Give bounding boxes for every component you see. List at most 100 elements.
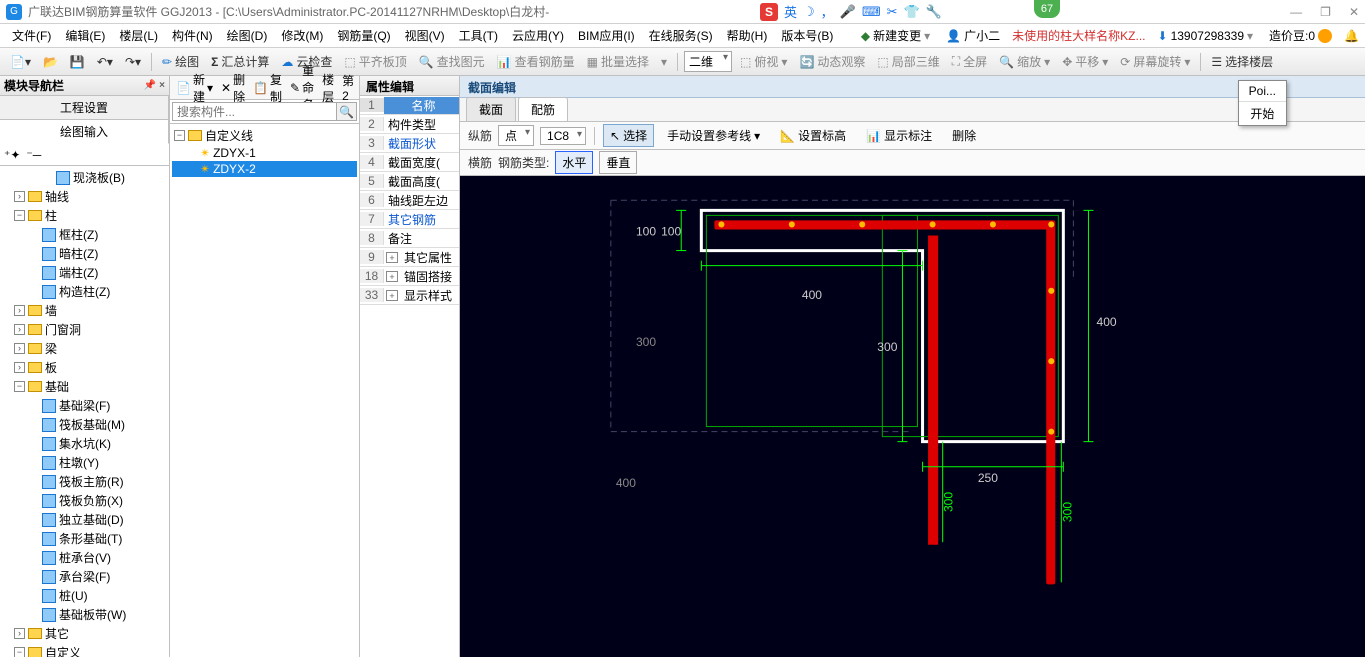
shirt-icon[interactable]: 👕 [904,4,920,20]
tree-item[interactable]: −自定义线 [172,126,357,145]
comma-icon[interactable]: ， [821,2,834,21]
tab-section[interactable]: 截面 [466,97,516,121]
tab-rebar[interactable]: 配筋 [518,97,568,121]
select-button[interactable]: ↖ 选择 [603,124,654,147]
property-row[interactable]: 7其它钢筋 [360,210,459,229]
find-button[interactable]: 🔍 查找图元 [415,51,489,72]
bell-icon[interactable]: 🔔 [1344,29,1359,43]
component-item[interactable]: ✴ ZDYX-1 [172,145,357,161]
tree-item[interactable]: 端柱(Z) [0,263,169,282]
phone-label[interactable]: ⬇13907298339▾ [1154,27,1258,45]
rotate-button[interactable]: ⟳ 屏幕旋转▾ [1116,51,1194,72]
search-input[interactable] [172,102,337,121]
close-button[interactable]: ✕ [1349,5,1359,19]
menu-item[interactable]: 版本号(B) [775,25,839,46]
menu-item[interactable]: 帮助(H) [721,25,774,46]
warning-text[interactable]: 未使用的柱大样名称KZ... [1012,27,1145,44]
dimension-select[interactable]: 二维 [684,51,732,72]
set-elevation-button[interactable]: 📐 设置标高 [773,124,853,147]
tree-item[interactable]: 框柱(Z) [0,225,169,244]
mic-icon[interactable]: 🎤 [840,4,856,20]
property-row[interactable]: 18+锚固搭接 [360,267,459,286]
menu-item[interactable]: 修改(M) [275,25,329,46]
tree-item[interactable]: ›门窗洞 [0,320,169,339]
spec-select[interactable]: 1C8 [540,127,586,145]
show-dim-button[interactable]: 📊 显示标注 [859,124,939,147]
popup-item-poi[interactable]: Poi... [1239,81,1286,102]
property-row[interactable]: 8备注 [360,229,459,248]
expand-icon[interactable]: ⁺✦ [4,148,20,162]
tree-item[interactable]: 桩(U) [0,586,169,605]
tree-item[interactable]: ›梁 [0,339,169,358]
fullscreen-button[interactable]: ⛶ 全屏 [948,51,991,72]
tree-item[interactable]: 柱墩(Y) [0,453,169,472]
menu-item[interactable]: 编辑(E) [59,25,111,46]
ime-icon[interactable]: S [760,3,778,21]
redo-button[interactable]: ↷▾ [121,53,145,71]
property-row[interactable]: 9+其它属性 [360,248,459,267]
tree-item[interactable]: 基础板带(W) [0,605,169,624]
open-button[interactable]: 📂 [39,53,62,71]
moon-icon[interactable]: ☽ [803,4,815,20]
tree-item[interactable]: 现浇板(B) [0,168,169,187]
batch-select-button[interactable]: ▦ 批量选择 [583,51,653,72]
tree-item[interactable]: 构造柱(Z) [0,282,169,301]
nav-tab-settings[interactable]: 工程设置 [0,96,169,119]
tree-item[interactable]: 基础梁(F) [0,396,169,415]
menu-item[interactable]: 绘图(D) [221,25,274,46]
property-row[interactable]: 4截面宽度( [360,153,459,172]
tree-item[interactable]: 承台梁(F) [0,567,169,586]
tree-item[interactable]: 筏板基础(M) [0,415,169,434]
minimize-button[interactable]: — [1290,5,1302,19]
point-select[interactable]: 点 [498,125,534,146]
property-row[interactable]: 6轴线距左边 [360,191,459,210]
popup-item-start[interactable]: 开始 [1239,102,1286,125]
view-rebar-button[interactable]: 📊 查看钢筋量 [493,51,579,72]
tree-item[interactable]: 集水坑(K) [0,434,169,453]
zoom-button[interactable]: 🔍 缩放▾ [995,51,1054,72]
maximize-button[interactable]: ❐ [1320,5,1331,19]
tree-item[interactable]: 暗柱(Z) [0,244,169,263]
menu-item[interactable]: 工具(T) [453,25,504,46]
tree-item[interactable]: 独立基础(D) [0,510,169,529]
nav-pin-icon[interactable]: 📌 × [144,80,165,91]
tree-item[interactable]: −柱 [0,206,169,225]
drawing-canvas[interactable]: 100 100 400 400 300 300 250 400 300 300 [460,176,1365,657]
dynamic-view-button[interactable]: 🔄 动态观察 [795,51,869,72]
nav-tab-draw[interactable]: 绘图输入 [0,120,169,144]
property-row[interactable]: 2构件类型 [360,115,459,134]
vertical-toggle[interactable]: 垂直 [599,151,637,174]
tree-item[interactable]: −基础 [0,377,169,396]
tree-item[interactable]: −自定义 [0,643,169,657]
ime-lang[interactable]: 英 [784,2,797,21]
local-3d-button[interactable]: ⬚ 局部三维 [873,51,943,72]
property-row[interactable]: 3截面形状 [360,134,459,153]
new-file-button[interactable]: 📄▾ [6,53,35,71]
misc-button[interactable]: ▾ [657,53,671,71]
notification-badge[interactable]: 67 [1034,0,1060,18]
bird-view-button[interactable]: ⬚ 俯视▾ [736,51,791,72]
wrench-icon[interactable]: 🔧 [926,4,942,20]
select-floor-button[interactable]: ☰ 选择楼层 [1207,51,1277,72]
manual-ref-button[interactable]: 手动设置参考线 ▾ [660,124,767,147]
menu-item[interactable]: 文件(F) [6,25,57,46]
horizontal-toggle[interactable]: 水平 [555,151,593,174]
new-change-button[interactable]: ◆新建变更▾ [857,25,934,46]
menu-item[interactable]: 楼层(L) [113,25,164,46]
tree-item[interactable]: ›其它 [0,624,169,643]
tree-item[interactable]: 筏板负筋(X) [0,491,169,510]
undo-button[interactable]: ↶▾ [93,53,117,71]
menu-item[interactable]: 构件(N) [166,25,219,46]
component-item[interactable]: ✴ ZDYX-2 [172,161,357,177]
collapse-icon[interactable]: ⁻─ [26,148,41,162]
menu-item[interactable]: BIM应用(I) [572,25,641,46]
tree-item[interactable]: 条形基础(T) [0,529,169,548]
property-row[interactable]: 33+显示样式 [360,286,459,305]
property-row[interactable]: 5截面高度( [360,172,459,191]
ime-tool-icon[interactable]: ✂ [887,4,898,20]
tree-item[interactable]: ›墙 [0,301,169,320]
menu-item[interactable]: 云应用(Y) [506,25,570,46]
tree-item[interactable]: 筏板主筋(R) [0,472,169,491]
user-button[interactable]: 👤广小二 [942,25,1004,46]
keyboard-icon[interactable]: ⌨ [862,4,881,20]
